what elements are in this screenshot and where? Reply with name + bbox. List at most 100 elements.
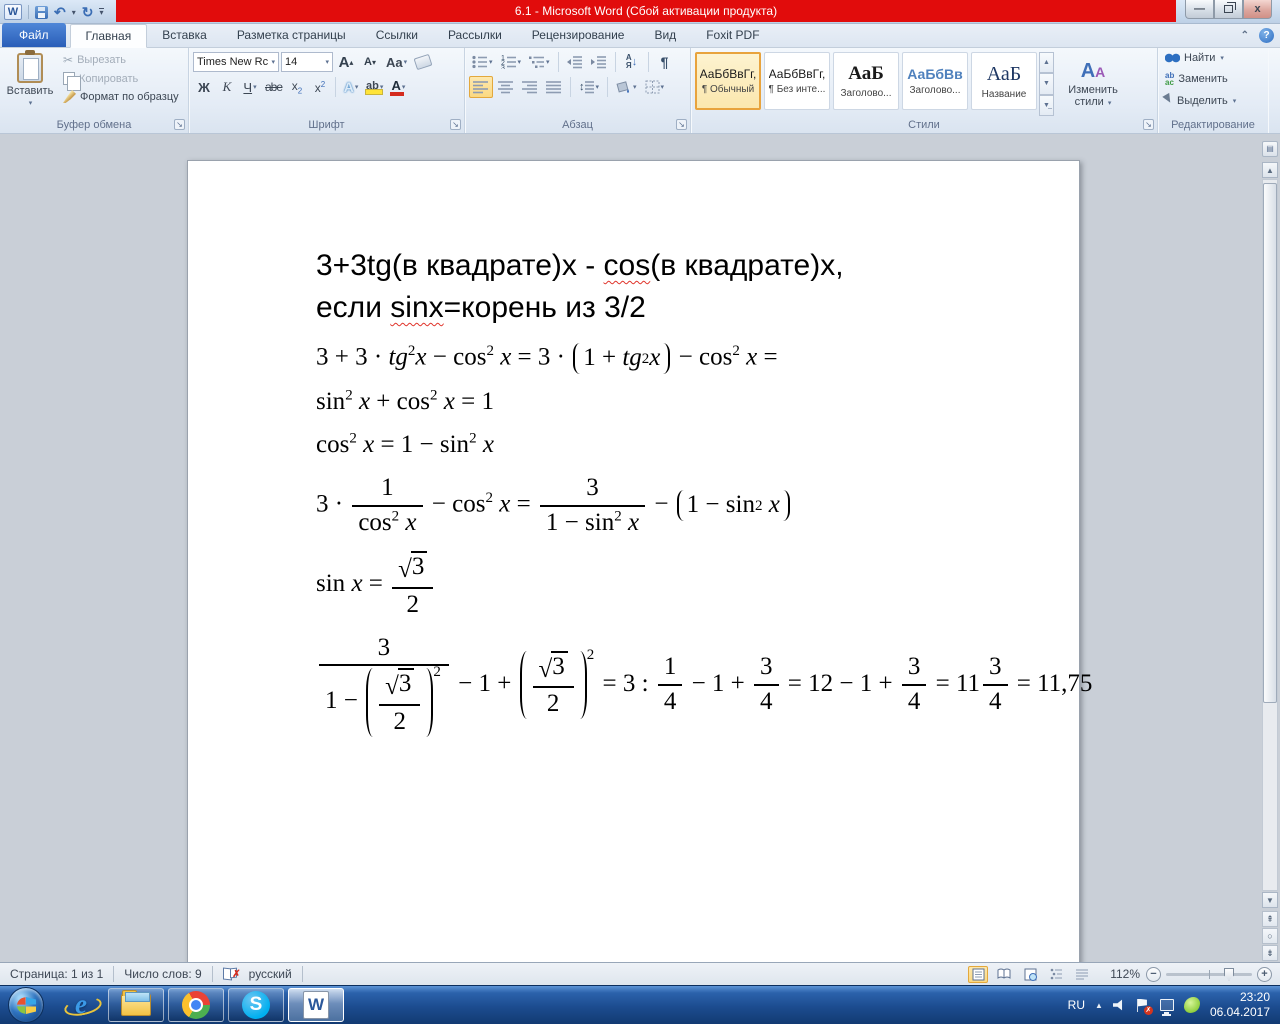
zoom-slider[interactable] bbox=[1166, 967, 1252, 981]
next-page-icon[interactable]: ⇟ bbox=[1262, 945, 1278, 961]
volume-icon[interactable] bbox=[1112, 999, 1123, 1011]
bold-button[interactable]: Ж bbox=[193, 76, 215, 98]
start-button[interactable] bbox=[8, 987, 44, 1023]
underline-button[interactable]: Ч ▾ bbox=[239, 76, 261, 98]
dialog-launcher-icon[interactable]: ↘ bbox=[450, 119, 461, 130]
redo-icon[interactable]: ↻ bbox=[82, 5, 94, 19]
style-card[interactable]: АаБбВв Заголово... bbox=[902, 52, 968, 110]
ruler-toggle-icon[interactable]: ▤ bbox=[1262, 141, 1278, 157]
document-page[interactable]: 3+3tg(в квадрате)x - cos(в квадрате)x, ес… bbox=[187, 160, 1092, 962]
dialog-launcher-icon[interactable]: ↘ bbox=[1143, 119, 1154, 130]
action-center-icon[interactable] bbox=[1136, 998, 1153, 1015]
taskbar-internet-explorer[interactable]: e bbox=[66, 990, 96, 1020]
borders-button[interactable]: ▾ bbox=[642, 76, 668, 98]
zoom-in-button[interactable]: + bbox=[1257, 966, 1272, 982]
select-button[interactable]: Выделить ▾ bbox=[1162, 92, 1264, 109]
tab-файл[interactable]: Файл bbox=[2, 23, 66, 47]
undo-dropdown-icon[interactable]: ▾ bbox=[72, 8, 76, 17]
taskbar-explorer[interactable] bbox=[108, 988, 164, 1022]
grow-font-button[interactable]: A ▴ bbox=[335, 51, 357, 73]
save-icon[interactable] bbox=[35, 5, 48, 19]
copy-button[interactable]: Копировать bbox=[60, 70, 182, 91]
customize-qat-icon[interactable]: ▾ bbox=[99, 7, 104, 17]
browse-object-icon[interactable]: ○ bbox=[1262, 928, 1278, 944]
dialog-launcher-icon[interactable]: ↘ bbox=[174, 119, 185, 130]
paste-button[interactable]: Вставить ▾ bbox=[4, 50, 56, 116]
increase-indent-button[interactable] bbox=[588, 51, 610, 73]
scrollbar-thumb[interactable] bbox=[1263, 183, 1277, 703]
language-bar[interactable]: RU bbox=[1068, 998, 1085, 1012]
find-button[interactable]: Найти ▾ bbox=[1162, 50, 1264, 66]
replace-button[interactable]: ab ас Заменить bbox=[1162, 70, 1264, 88]
tab-главная[interactable]: Главная bbox=[69, 24, 148, 48]
tab-ссылки[interactable]: Ссылки bbox=[361, 23, 433, 47]
close-button[interactable]: x bbox=[1243, 0, 1272, 19]
web-layout-view-button[interactable] bbox=[1020, 966, 1040, 983]
network-icon[interactable] bbox=[1159, 999, 1174, 1014]
clear-formatting-button[interactable] bbox=[412, 51, 434, 73]
previous-page-icon[interactable]: ⇞ bbox=[1262, 911, 1278, 927]
word-app-icon[interactable]: W bbox=[4, 4, 22, 20]
change-case-button[interactable]: Aa ▾ bbox=[383, 51, 410, 73]
taskbar-chrome[interactable] bbox=[168, 988, 224, 1022]
help-icon[interactable]: ? bbox=[1259, 28, 1274, 43]
minimize-ribbon-icon[interactable]: ⌃ bbox=[1241, 30, 1249, 41]
page-indicator[interactable]: Страница: 1 из 1 bbox=[0, 967, 113, 981]
clock[interactable]: 23:20 06.04.2017 bbox=[1210, 990, 1270, 1020]
change-styles-button[interactable]: АА Изменить стили ▾ bbox=[1054, 52, 1132, 116]
font-family-combo[interactable]: Times New Rc ▾ bbox=[193, 52, 279, 72]
spellcheck-icon[interactable] bbox=[223, 967, 241, 980]
superscript-button[interactable]: х2 bbox=[309, 76, 331, 98]
tab-рассылки[interactable]: Рассылки bbox=[433, 23, 517, 47]
tab-вставка[interactable]: Вставка bbox=[147, 23, 222, 47]
strikethrough-button[interactable]: abe bbox=[262, 76, 285, 98]
cut-button[interactable]: ✂ Вырезать bbox=[60, 51, 182, 69]
numbering-button[interactable]: 1 2 3 ▾ bbox=[498, 51, 525, 73]
subscript-button[interactable]: х2 bbox=[286, 76, 308, 98]
align-right-button[interactable] bbox=[519, 76, 541, 98]
decrease-indent-button[interactable] bbox=[564, 51, 586, 73]
multilevel-list-button[interactable]: ▾ bbox=[526, 51, 553, 73]
style-card[interactable]: АаБ Название bbox=[971, 52, 1037, 110]
styles-scroll-down-icon[interactable]: ▼ bbox=[1039, 73, 1054, 95]
text-effects-button[interactable]: А ▾ bbox=[340, 76, 362, 98]
language-indicator[interactable]: русский bbox=[245, 967, 302, 981]
fullscreen-reading-view-button[interactable] bbox=[994, 966, 1014, 983]
align-center-button[interactable] bbox=[495, 76, 517, 98]
tab-разметка-страницы[interactable]: Разметка страницы bbox=[222, 23, 361, 47]
sort-button[interactable]: АЯ ↓ bbox=[621, 51, 643, 73]
undo-icon[interactable]: ↶ bbox=[54, 5, 66, 19]
minimize-button[interactable]: — bbox=[1185, 0, 1214, 19]
line-spacing-button[interactable]: ↕ ▾ bbox=[576, 76, 602, 98]
scroll-down-icon[interactable]: ▼ bbox=[1262, 892, 1278, 908]
taskbar-word[interactable]: W bbox=[288, 988, 344, 1022]
style-card[interactable]: АаБбВвГг, ¶ Обычный bbox=[695, 52, 761, 110]
styles-scroll-up-icon[interactable]: ▲ bbox=[1039, 52, 1054, 74]
print-layout-view-button[interactable] bbox=[968, 965, 989, 983]
zoom-level[interactable]: 112% bbox=[1110, 967, 1140, 981]
hidden-icons-icon[interactable]: ▲ bbox=[1095, 1001, 1103, 1010]
shading-button[interactable]: ▾ bbox=[613, 76, 640, 98]
styles-expand-icon[interactable]: ▼̲ bbox=[1039, 94, 1054, 116]
tab-вид[interactable]: Вид bbox=[639, 23, 691, 47]
outline-view-button[interactable] bbox=[1046, 966, 1066, 983]
show-marks-button[interactable]: ¶ bbox=[654, 51, 676, 73]
dialog-launcher-icon[interactable]: ↘ bbox=[676, 119, 687, 130]
bullets-button[interactable]: ▾ bbox=[469, 51, 496, 73]
shrink-font-button[interactable]: A ▾ bbox=[359, 51, 381, 73]
highlight-color-button[interactable]: ab ▾ bbox=[363, 76, 386, 98]
font-size-combo[interactable]: 14 ▾ bbox=[281, 52, 333, 72]
style-card[interactable]: АаБ Заголово... bbox=[833, 52, 899, 110]
font-color-button[interactable]: А ▾ bbox=[387, 76, 409, 98]
scroll-up-icon[interactable]: ▲ bbox=[1262, 162, 1278, 178]
style-card[interactable]: АаБбВвГг, ¶ Без инте... bbox=[764, 52, 830, 110]
align-left-button[interactable] bbox=[469, 76, 493, 98]
tab-рецензирование[interactable]: Рецензирование bbox=[517, 23, 640, 47]
justify-button[interactable] bbox=[543, 76, 565, 98]
tray-app-icon[interactable] bbox=[1183, 997, 1200, 1013]
draft-view-button[interactable] bbox=[1072, 966, 1092, 983]
word-count[interactable]: Число слов: 9 bbox=[114, 967, 211, 981]
zoom-slider-thumb[interactable] bbox=[1224, 967, 1234, 981]
taskbar-skype[interactable]: S bbox=[228, 988, 284, 1022]
tab-foxit-pdf[interactable]: Foxit PDF bbox=[691, 23, 774, 47]
